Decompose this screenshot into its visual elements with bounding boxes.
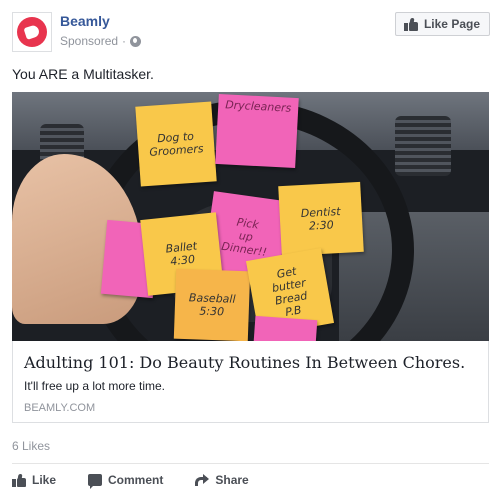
separator: ·: [122, 34, 127, 48]
divider: [12, 463, 489, 464]
link-headline[interactable]: Adulting 101: Do Beauty Routines In Betw…: [24, 353, 465, 372]
likes-count[interactable]: 6 Likes: [12, 439, 50, 453]
sticky-note: Drycleaners: [215, 93, 299, 169]
link-description: It'll free up a lot more time.: [24, 379, 166, 393]
share-label: Share: [215, 473, 249, 487]
globe-icon[interactable]: [130, 35, 142, 47]
comment-button[interactable]: Comment: [88, 473, 164, 489]
sponsored-post: Beamly Sponsored · Like Page You ARE a M…: [0, 0, 502, 495]
post-message: You ARE a Multitasker.: [12, 66, 154, 82]
sponsored-label[interactable]: Sponsored: [60, 34, 118, 48]
beamly-logo: [17, 17, 47, 47]
link-preview[interactable]: Adulting 101: Do Beauty Routines In Betw…: [12, 341, 489, 423]
sticky-note: Dog to Groomers: [135, 101, 217, 187]
right-air-vent: [395, 116, 451, 176]
sponsored-line: Sponsored ·: [60, 34, 142, 48]
thumbs-up-icon: [403, 17, 418, 31]
link-domain: BEAMLY.COM: [24, 402, 96, 414]
page-name-link[interactable]: Beamly: [60, 13, 110, 29]
like-button[interactable]: Like: [12, 473, 56, 487]
share-icon: [195, 474, 210, 486]
beamly-logo-mark: [23, 24, 41, 40]
thumbs-up-icon: [12, 473, 26, 487]
sticky-note: Dentist 2:30: [278, 181, 364, 257]
like-page-label: Like Page: [423, 17, 480, 31]
page-avatar[interactable]: [12, 12, 52, 52]
like-label: Like: [32, 473, 57, 487]
post-image[interactable]: Dog to Groomers Drycleaners Pick up Dinn…: [12, 92, 489, 341]
like-page-button[interactable]: Like Page: [394, 12, 490, 36]
share-button[interactable]: Share: [195, 473, 249, 487]
sticky-note: Baseball 5:30: [173, 268, 251, 341]
comment-label: Comment: [108, 473, 164, 487]
sticky-note: Pick up Dinner!!: [252, 315, 318, 341]
comment-icon: [88, 474, 103, 489]
action-bar: Like Comment Share: [12, 470, 281, 490]
